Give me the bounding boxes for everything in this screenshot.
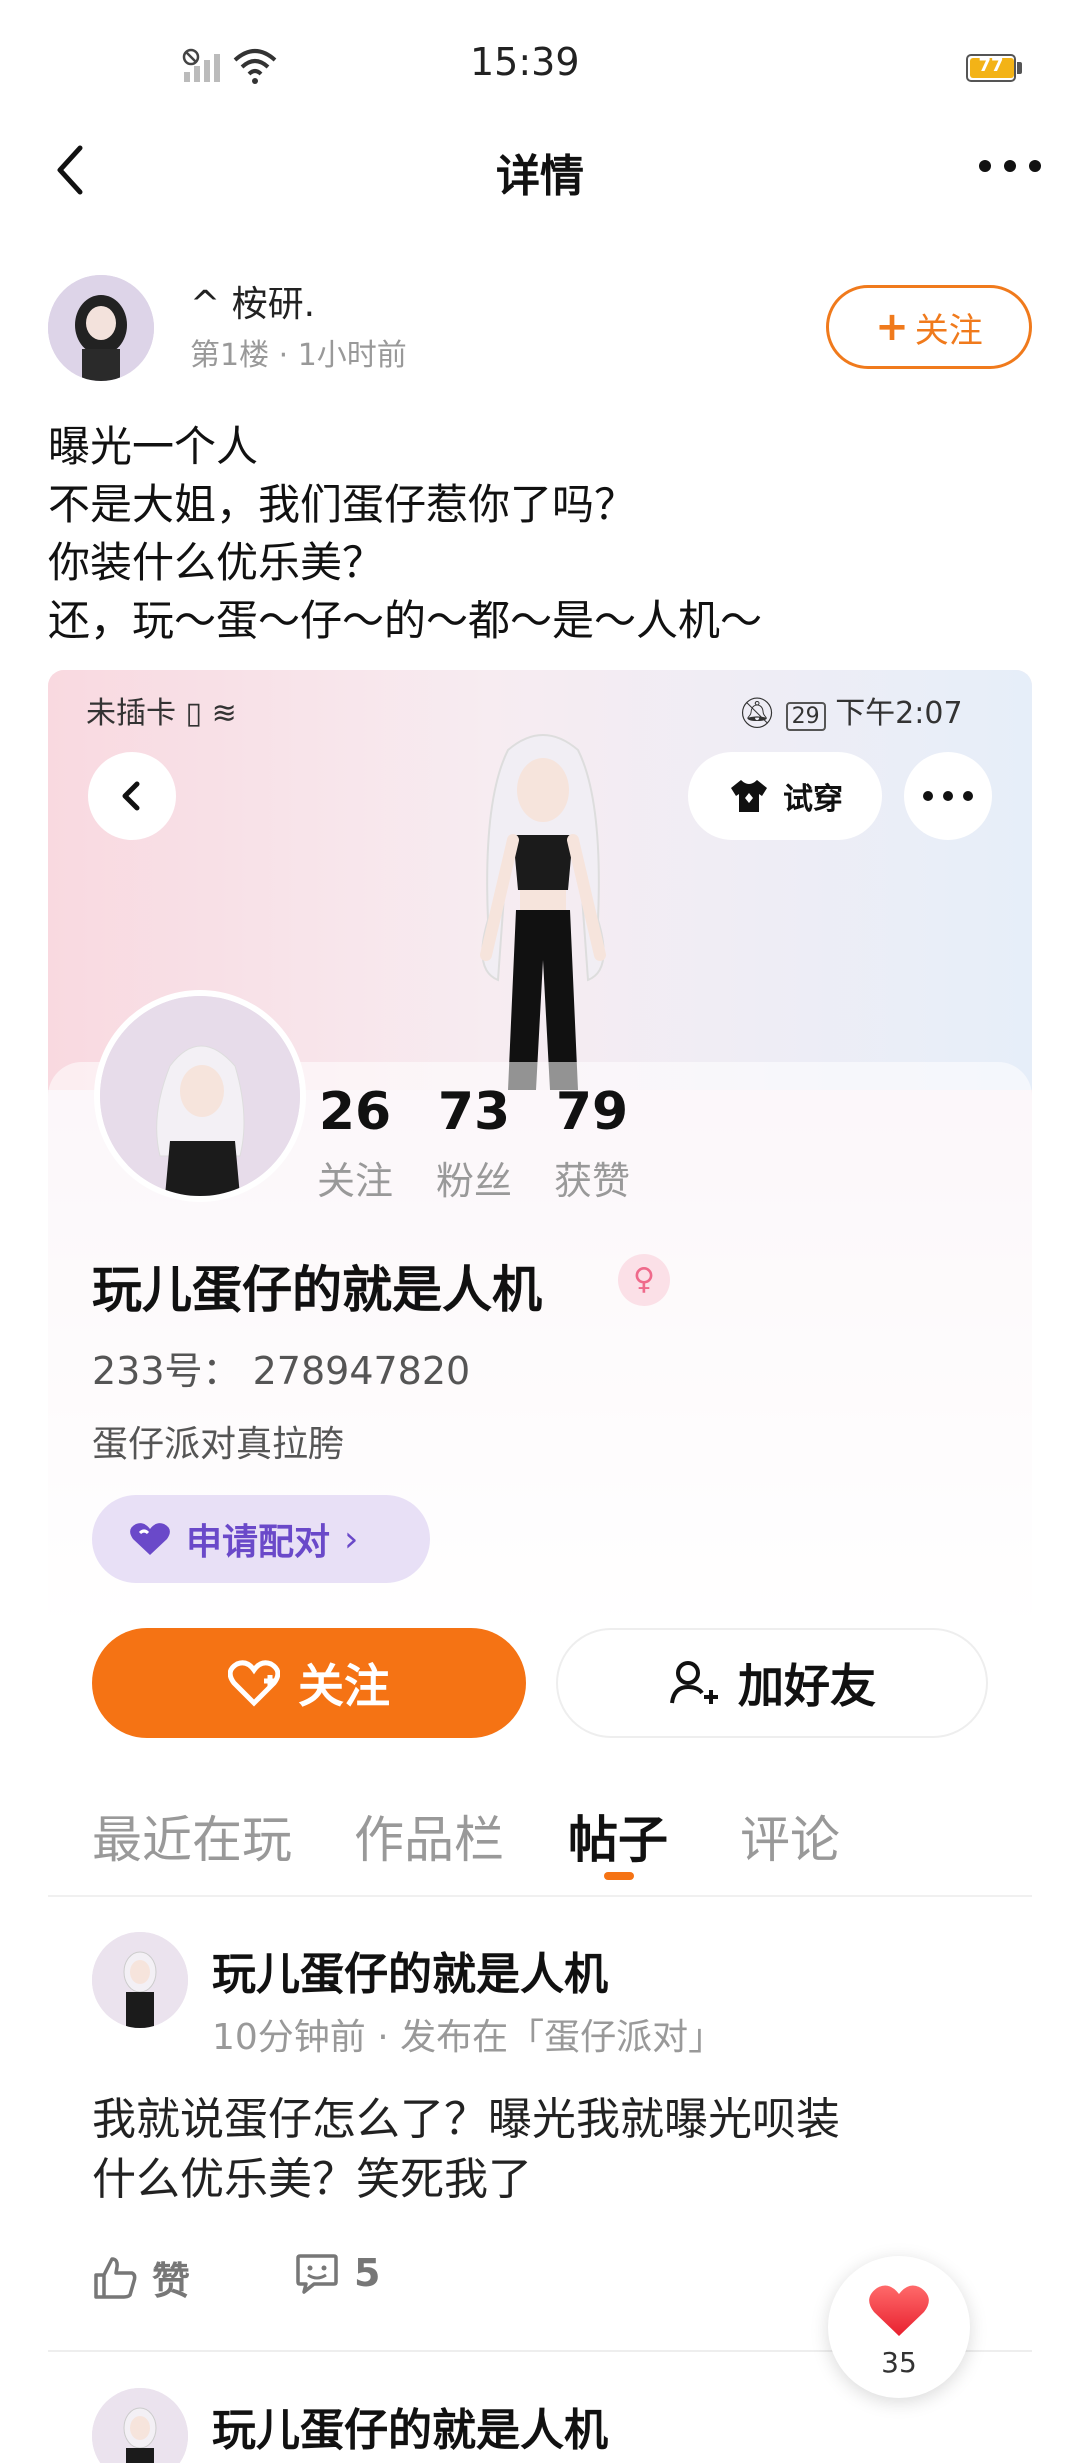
status-time: 15:39 [470,40,580,84]
pair-label: 申请配对 [186,1522,331,1563]
tab-divider [48,1895,1032,1897]
profile-id: 233号： 278947820 [92,1349,471,1393]
likes-label: 获赞 [553,1159,630,1203]
like-count: 35 [881,2346,917,2379]
feed-author-name: 玩儿蛋仔的就是人机 [212,1949,608,2000]
feed-avatar [92,1932,188,2028]
tab-comments: 评论 [740,1811,840,1869]
battery-icon: 77 [966,54,1022,82]
feed-text: 我就说蛋仔怎么了？曝光我就曝光呗装 什么优乐美？笑死我了 [92,2090,972,2210]
no-signal-icon [182,48,220,82]
back-arrow-icon[interactable] [48,140,98,200]
status-bar: 15:39 77 [0,0,1080,130]
add-user-icon [670,1661,718,1704]
embedded-back-button [88,752,176,840]
like-float-button[interactable]: 35 [828,2256,970,2398]
heart-plus-icon [228,1660,280,1707]
post-line: 你装什么优乐美？ [48,538,385,587]
sim-icon: ▯ ≋ [185,696,237,731]
thumbs-up-icon [94,2256,137,2299]
character-figure [480,734,606,1090]
battery-level: 77 [978,55,1004,76]
comment-count: 5 [354,2251,381,2295]
likes-count: 79 [555,1082,629,1142]
post-line: 还，玩～蛋～仔～的～都～是～人机～ [48,596,763,645]
chevron-right-icon: › [344,1518,359,1560]
page-root: 15:39 77 详情 ^ 桉研. 第1楼 · 1小时前 + 关注 曝光一个人 … [0,0,1080,2463]
embedded-status-right: 🔕︎ 29 下午2:07 [738,688,963,732]
tab-works: 作品栏 [354,1811,504,1869]
embedded-time: 下午2:07 [835,696,963,731]
avatar-figure-icon [48,275,154,381]
profile-follow-button: 关注 [92,1628,526,1738]
heart-pair-icon [130,1523,170,1555]
follow-author-button[interactable]: + 关注 [826,285,1032,369]
author-name[interactable]: ^ 桉研. [190,275,315,327]
feed-comment: 5 [294,2250,380,2296]
embedded-battery: 29 [785,702,826,731]
try-on-button: 试穿 [688,752,882,840]
page-title: 详情 [496,151,584,202]
like-label: 赞 [152,2259,191,2303]
profile-name: 玩儿蛋仔的就是人机 [92,1261,542,1319]
female-icon: ♀ [618,1254,670,1306]
chevron-left-icon [122,781,140,811]
post-body: 曝光一个人 不是大姐，我们蛋仔惹你了吗？ 你装什么优乐美？ 还，玩～蛋～仔～的～… [48,418,1048,650]
feed-text-line: 什么优乐美？笑死我了 [92,2154,532,2205]
floor-and-time: 第1楼 · 1小时前 [190,338,407,373]
embedded-more-button [904,752,992,840]
wifi-icon [233,49,277,84]
follow-label: 关注 [914,310,983,351]
embedded-status-left: 未插卡 ▯ ≋ [86,688,237,732]
no-sim-text: 未插卡 [86,696,176,731]
pair-request-button: 申请配对 › [92,1495,430,1583]
more-options-icon[interactable] [975,146,1045,186]
avatar-character-icon [100,996,300,1196]
feed-author-name: 玩儿蛋仔的就是人机 [212,2405,608,2456]
plus-icon: + [875,304,909,350]
add-friend-label: 加好友 [738,1659,876,1713]
feed-text-line: 我就说蛋仔怎么了？曝光我就曝光呗装 [92,2094,840,2145]
active-tab-indicator [604,1872,634,1880]
feed-like: 赞 [92,2250,190,2305]
author-avatar[interactable] [48,275,154,381]
comment-icon [296,2254,338,2294]
mute-icon: 🔕︎ [738,696,777,731]
heart-icon [869,2285,929,2336]
post-line: 曝光一个人 [48,422,259,471]
post-image[interactable]: 未插卡 ▯ ≋ 🔕︎ 29 下午2:07 试穿 26 关注 73 粉丝 79 获… [48,670,1032,2463]
tab-posts: 帖子 [568,1811,668,1869]
feed-avatar-figure [92,1932,188,2028]
profile-signature: 蛋仔派对真拉胯 [92,1424,345,1465]
feed-meta: 10分钟前 · 发布在「蛋仔派对」 [212,2017,725,2058]
tshirt-icon [731,780,767,812]
tab-recently-played: 最近在玩 [92,1811,292,1869]
profile-follow-label: 关注 [298,1659,390,1713]
post-line: 不是大姐，我们蛋仔惹你了吗？ [48,480,637,529]
add-friend-button: 加好友 [556,1628,988,1738]
try-on-label: 试穿 [783,782,843,817]
more-dots-icon [923,791,973,801]
